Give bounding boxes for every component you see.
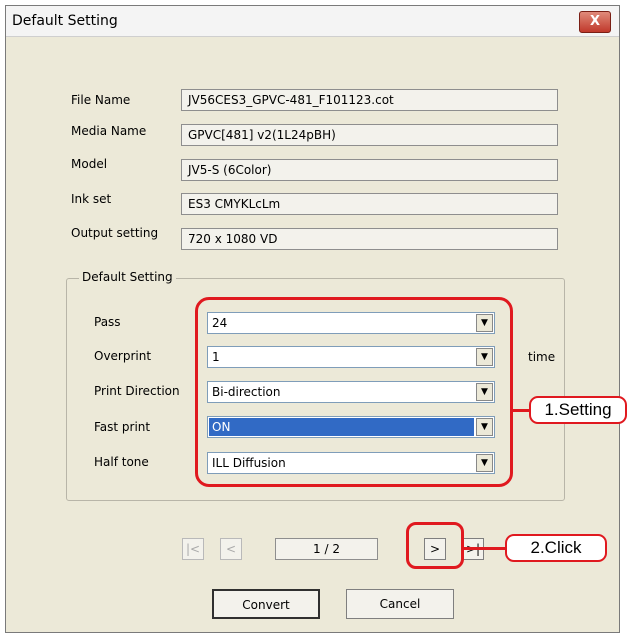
cancel-button[interactable]: Cancel <box>346 589 454 619</box>
file-name-label: File Name <box>71 93 131 107</box>
setting-highlight <box>195 297 513 487</box>
close-icon: X <box>589 14 601 29</box>
title-bar: Default Setting X <box>6 6 619 37</box>
click-callout: 2.Click <box>505 534 607 562</box>
model-field: JV5-S (6Color) <box>181 159 558 181</box>
ink-set-field: ES3 CMYKLcLm <box>181 193 558 215</box>
overprint-unit: time <box>528 350 556 364</box>
click-connector <box>464 547 506 550</box>
setting-callout: 1.Setting <box>529 396 627 424</box>
close-button[interactable]: X <box>579 11 611 33</box>
fast-print-label: Fast print <box>94 420 151 434</box>
group-title: Default Setting <box>79 270 176 284</box>
file-name-field: JV56CES3_GPVC-481_F101123.cot <box>181 89 558 111</box>
ink-set-label: Ink set <box>71 192 112 206</box>
overprint-label: Overprint <box>94 349 152 363</box>
media-name-label: Media Name <box>71 124 147 138</box>
page-indicator: 1 / 2 <box>275 538 378 560</box>
dialog-title: Default Setting <box>12 13 118 29</box>
model-label: Model <box>71 157 108 171</box>
pass-label: Pass <box>94 315 121 329</box>
half-tone-label: Half tone <box>94 455 149 469</box>
setting-connector <box>513 409 530 412</box>
next-highlight <box>406 522 464 569</box>
output-setting-label: Output setting <box>71 226 159 240</box>
first-page-button[interactable]: |< <box>182 538 204 560</box>
print-direction-label: Print Direction <box>94 384 180 398</box>
previous-page-button[interactable]: < <box>220 538 242 560</box>
convert-button[interactable]: Convert <box>212 589 320 619</box>
media-name-field: GPVC[481] v2(1L24pBH) <box>181 124 558 146</box>
output-setting-field: 720 x 1080 VD <box>181 228 558 250</box>
